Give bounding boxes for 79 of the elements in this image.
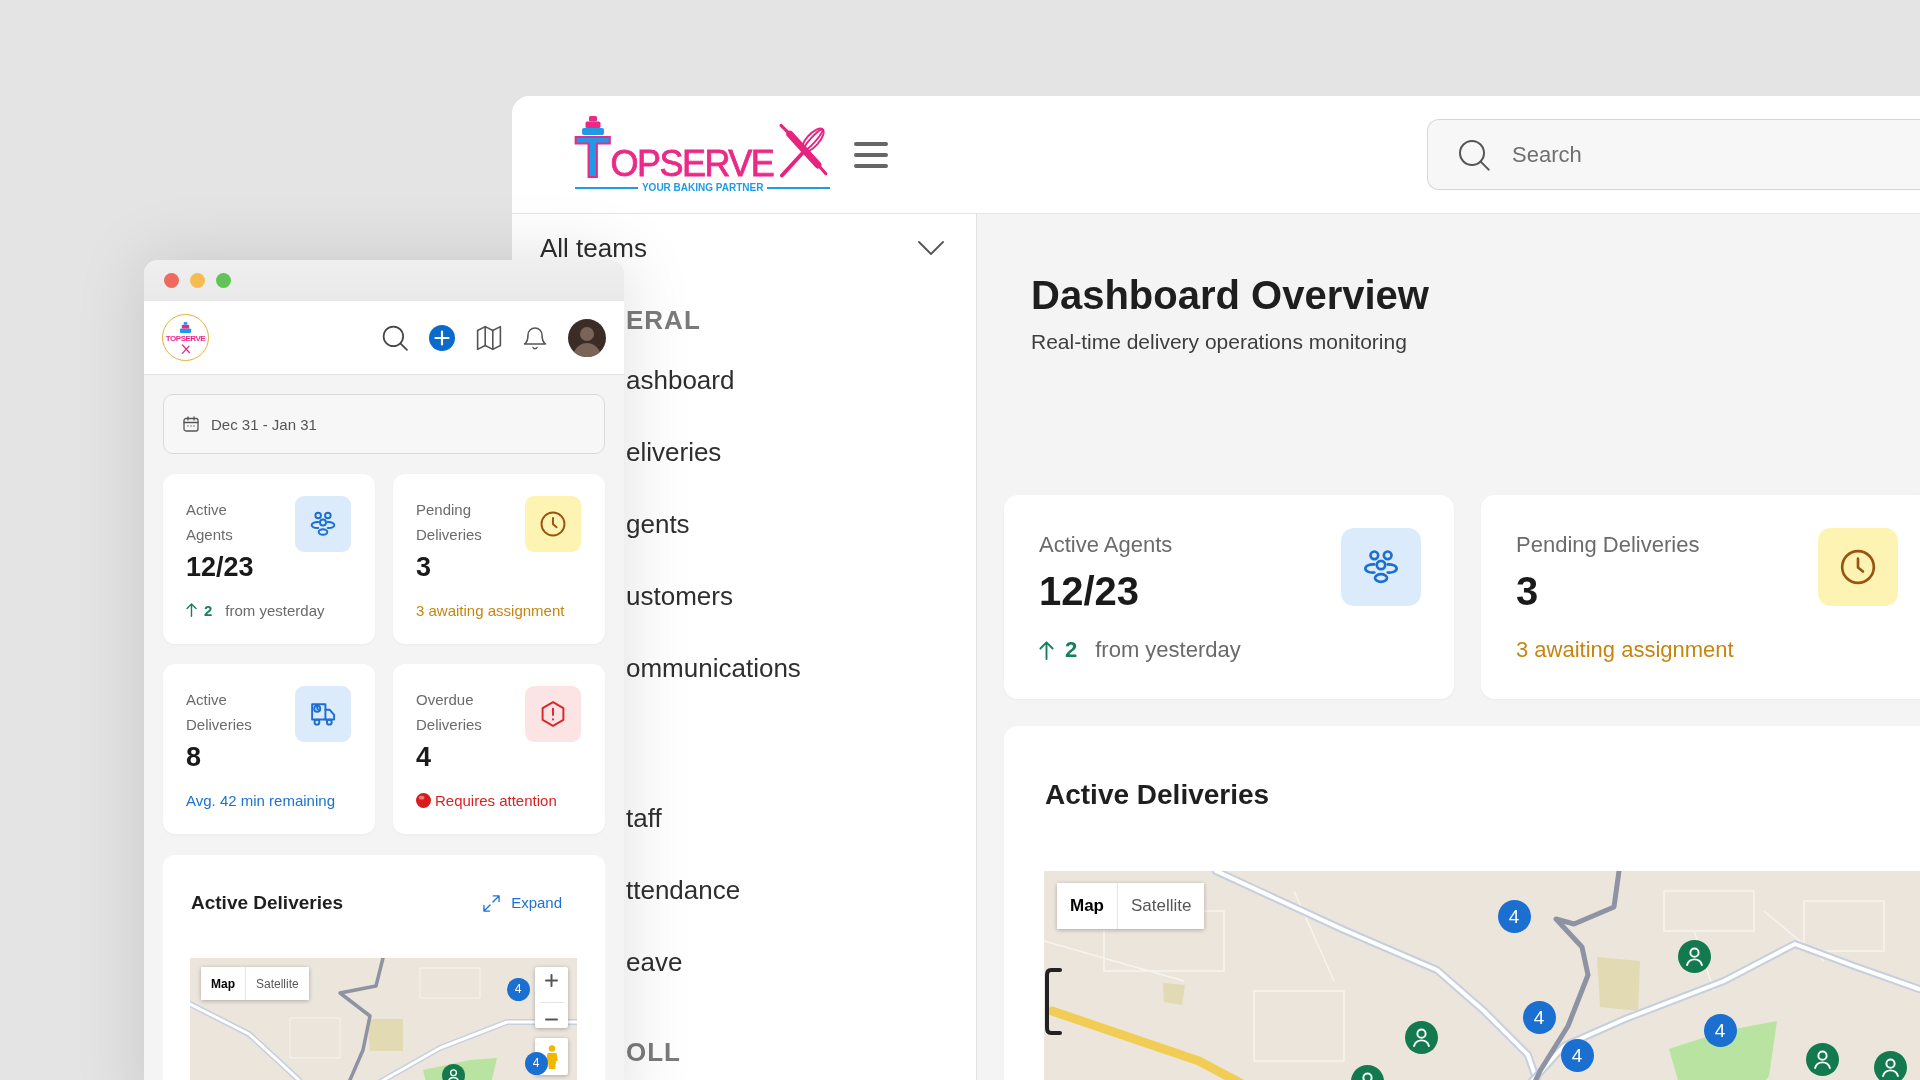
nav-item[interactable]: taff: [626, 782, 956, 854]
plus-circle-icon[interactable]: [429, 324, 455, 351]
search-icon: [1458, 138, 1490, 171]
stat-value: 3: [416, 551, 432, 583]
expand-icon: [483, 894, 501, 912]
avatar-placeholder[interactable]: [568, 318, 606, 357]
close-icon[interactable]: [164, 273, 179, 288]
section-heading: OLL: [626, 1035, 681, 1069]
stat-label: Active Deliveries: [186, 690, 253, 735]
trend-value: 2: [1065, 637, 1078, 663]
map-icon[interactable]: [476, 324, 502, 351]
nav-item[interactable]: eave: [626, 926, 956, 998]
rolling-pin-whisk-icon: [180, 343, 191, 354]
stat-label: Pending Deliveries: [1516, 531, 1700, 559]
stat-value: 4: [416, 741, 432, 773]
status-note: 3 awaiting assignment: [416, 601, 565, 619]
status-dot-icon: [416, 792, 431, 808]
plus-icon[interactable]: [545, 974, 558, 988]
card-title: Active Deliveries: [1045, 778, 1270, 812]
users-icon: [1341, 528, 1421, 606]
team-select[interactable]: All teams: [512, 230, 976, 266]
clock-icon: [525, 496, 581, 552]
trend-note: from yesterday: [225, 601, 325, 619]
status-note: Avg. 42 min remaining: [186, 791, 335, 809]
person-marker-icon[interactable]: [1873, 1050, 1907, 1080]
clock-icon: [1818, 528, 1898, 606]
expand-link[interactable]: Expand: [483, 893, 562, 913]
minus-icon[interactable]: [545, 1017, 558, 1021]
users-icon: [295, 496, 351, 552]
person-marker-icon[interactable]: [1677, 939, 1711, 973]
arrow-up-icon: [186, 603, 197, 617]
status-note: 3 awaiting assignment: [1516, 637, 1734, 663]
search-icon[interactable]: [382, 324, 408, 351]
bell-icon[interactable]: [523, 325, 547, 350]
card-title: Active Deliveries: [191, 891, 344, 915]
land-patch: [367, 1019, 403, 1051]
nav-item[interactable]: gents: [626, 488, 956, 560]
logo-text: TOPSERVE: [165, 333, 206, 343]
cake-icon: [579, 115, 606, 135]
map-type-tab[interactable]: Satellite: [245, 967, 309, 1000]
search-field[interactable]: Search: [1427, 119, 1920, 190]
search-input[interactable]: Search: [1510, 140, 1920, 169]
stat-value: 12/23: [1039, 568, 1140, 614]
nav-item[interactable]: ustomers: [626, 560, 956, 632]
page-title: Dashboard Overview: [1031, 272, 1429, 319]
stat-label: Active Agents: [186, 500, 234, 545]
logo-wordmark: OPSERVE: [610, 150, 774, 178]
logo-tagline: YOUR BAKING PARTNER: [641, 182, 764, 194]
stat-value: 12/23: [186, 551, 254, 583]
status-note: Requires attention: [435, 791, 557, 809]
stat-label: Overdue Deliveries: [416, 690, 483, 735]
menu-icon[interactable]: [854, 140, 889, 169]
stat-label: Pending Deliveries: [416, 500, 483, 545]
stat-label: Active Agents: [1039, 531, 1173, 559]
trend-value: 2: [204, 601, 213, 619]
person-icon: [545, 1044, 558, 1069]
page-subtitle: Real-time delivery operations monitoring: [1031, 329, 1407, 355]
map-type-tab[interactable]: Satellite: [1117, 883, 1205, 929]
land-patch: [1597, 957, 1640, 1011]
cake-icon: [179, 321, 192, 333]
nav-item[interactable]: eliveries: [626, 416, 956, 488]
nav-item[interactable]: ommunications: [626, 632, 956, 704]
map-type-tab[interactable]: Map: [201, 967, 245, 1000]
person-marker-icon[interactable]: [1404, 1020, 1438, 1054]
stat-value: 3: [1516, 568, 1539, 614]
person-marker-icon[interactable]: [441, 1063, 465, 1080]
land-patch: [1163, 983, 1185, 1005]
map-type-tab[interactable]: Map: [1057, 883, 1117, 929]
nav-item[interactable]: ashboard: [626, 344, 956, 416]
trend-note: from yesterday: [1095, 637, 1241, 663]
arrow-up-icon: [1039, 640, 1054, 660]
stat-value: 8: [186, 741, 202, 773]
logo-letter: T: [575, 135, 611, 179]
nav-item[interactable]: ttendance: [626, 854, 956, 926]
calendar-icon: [183, 416, 199, 432]
person-marker-icon[interactable]: [1805, 1042, 1839, 1076]
date-range-field[interactable]: Dec 31 - Jan 31: [163, 394, 605, 454]
truck-icon: [295, 686, 351, 742]
section-heading: ERAL: [626, 303, 701, 337]
